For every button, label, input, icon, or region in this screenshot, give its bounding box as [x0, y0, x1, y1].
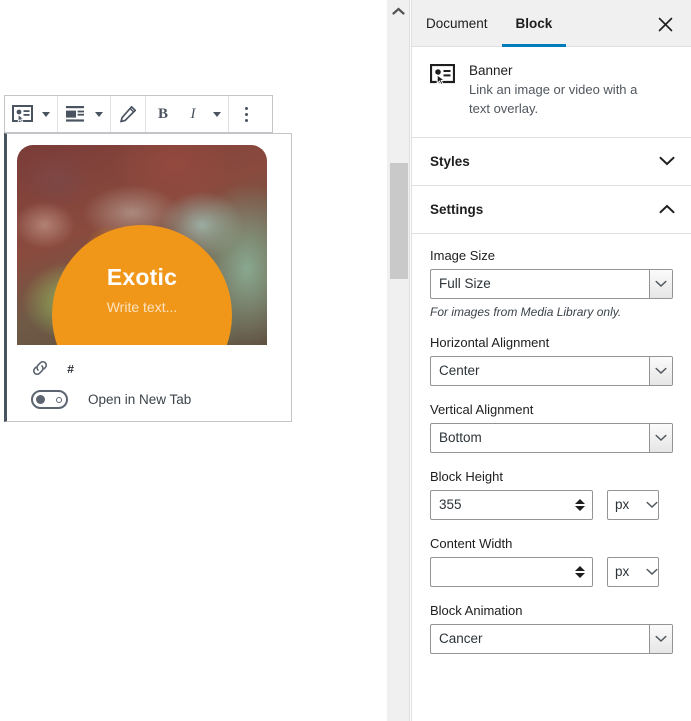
- banner-preview[interactable]: Exotic Write text...: [17, 145, 267, 345]
- toolbar-group-alignment: [58, 96, 111, 132]
- tab-block[interactable]: Block: [501, 0, 567, 47]
- horizontal-alignment-select[interactable]: Center: [430, 355, 673, 386]
- pencil-icon[interactable]: [113, 96, 143, 132]
- toolbar-group-block-type: [5, 96, 58, 132]
- banner-block-icon: [429, 63, 456, 119]
- new-tab-toggle-row: Open in New Tab: [17, 390, 281, 409]
- link-row: #: [17, 359, 281, 380]
- toggle-off-marker: [56, 397, 62, 403]
- block-animation-label: Block Animation: [430, 602, 523, 618]
- panel-settings-title: Settings: [430, 201, 484, 217]
- field-block-animation: Block Animation Cancer: [430, 603, 673, 654]
- panel-styles-header[interactable]: Styles: [412, 138, 691, 186]
- image-size-select[interactable]: Full Size: [430, 268, 673, 299]
- banner-overlay-circle: Exotic Write text...: [52, 225, 232, 345]
- block-height-stepper[interactable]: [571, 498, 588, 511]
- block-animation-value: Cancer: [439, 631, 483, 647]
- content-width-label: Content Width: [430, 535, 513, 551]
- field-horizontal-alignment: Horizontal Alignment Center: [430, 335, 673, 386]
- settings-panel-body: Image Size Full Size For images from Med…: [412, 234, 691, 654]
- block-height-row: 355 px: [430, 489, 673, 520]
- block-info-card: Banner Link an image or video with a tex…: [412, 47, 691, 138]
- selected-block[interactable]: B I Exotic Write text... # Open in New T…: [4, 95, 292, 422]
- block-height-label: Block Height: [430, 468, 503, 484]
- panel-styles-title: Styles: [430, 153, 470, 169]
- horizontal-alignment-label: Horizontal Alignment: [430, 334, 550, 350]
- vertical-dots-glyph: [244, 106, 248, 122]
- block-description: Link an image or video with a text overl…: [469, 82, 638, 116]
- block-height-input[interactable]: 355: [430, 489, 593, 520]
- open-in-new-tab-toggle[interactable]: [31, 390, 68, 409]
- link-icon[interactable]: [31, 359, 49, 380]
- block-height-value: 355: [439, 497, 462, 513]
- stepper-down-icon[interactable]: [574, 572, 585, 578]
- chevron-down-icon: [95, 111, 103, 117]
- block-toolbar: B I: [4, 95, 273, 133]
- vertical-alignment-select[interactable]: Bottom: [430, 422, 673, 453]
- inspector-sidebar: Document Block Banner Link an image or v…: [411, 0, 691, 721]
- banner-subtitle-placeholder[interactable]: Write text...: [107, 299, 178, 315]
- block-height-unit-chevron-down-icon: [646, 497, 658, 512]
- block-content: Exotic Write text... # Open in New Tab: [4, 133, 292, 422]
- block-height-unit-value: px: [615, 497, 630, 513]
- vertical-dots-icon[interactable]: [231, 96, 261, 132]
- content-width-input[interactable]: [430, 556, 593, 587]
- content-width-row: px: [430, 556, 673, 587]
- toolbar-group-formatting: B I: [146, 96, 229, 132]
- block-name: Banner: [469, 63, 513, 78]
- field-block-height: Block Height 355 px: [430, 469, 673, 520]
- toolbar-group-edit: [111, 96, 146, 132]
- stepper-up-icon[interactable]: [574, 565, 585, 571]
- image-size-help: For images from Media Library only.: [430, 304, 622, 319]
- scrollbar-up-arrow[interactable]: [387, 0, 409, 22]
- chevron-up-icon: [391, 7, 405, 15]
- vertical-alignment-value: Bottom: [439, 430, 482, 446]
- content-width-unit-select[interactable]: px: [607, 556, 659, 587]
- chevron-up-icon: [659, 204, 675, 214]
- horizontal-alignment-chevron-down-icon: [649, 356, 672, 385]
- image-size-value: Full Size: [439, 276, 491, 292]
- field-vertical-alignment: Vertical Alignment Bottom: [430, 402, 673, 453]
- panel-settings-header[interactable]: Settings: [412, 186, 691, 234]
- chevron-down-icon: [659, 156, 675, 166]
- open-in-new-tab-label: Open in New Tab: [88, 392, 192, 407]
- banner-title[interactable]: Exotic: [107, 264, 177, 290]
- scrollbar-thumb[interactable]: [390, 163, 408, 279]
- banner-block-icon[interactable]: [7, 96, 37, 132]
- align-left-icon[interactable]: [60, 96, 90, 132]
- horizontal-alignment-value: Center: [439, 363, 480, 379]
- field-content-width: Content Width px: [430, 536, 673, 587]
- editor-canvas: B I Exotic Write text... # Open in New T…: [0, 0, 387, 721]
- inspector-tabs: Document Block: [412, 0, 691, 47]
- chevron-down-icon: [42, 111, 50, 117]
- toolbar-group-more: [229, 96, 263, 132]
- close-icon[interactable]: [653, 12, 677, 36]
- field-image-size: Image Size Full Size For images from Med…: [430, 248, 673, 319]
- block-type-chevron-down-icon[interactable]: [37, 96, 55, 132]
- vertical-alignment-chevron-down-icon: [649, 423, 672, 452]
- alignment-chevron-down-icon[interactable]: [90, 96, 108, 132]
- link-url-value[interactable]: #: [67, 363, 74, 377]
- image-size-chevron-down-icon: [649, 269, 672, 298]
- content-width-unit-chevron-down-icon: [646, 564, 658, 579]
- chevron-down-icon: [213, 111, 221, 117]
- block-animation-select[interactable]: Cancer: [430, 623, 673, 654]
- bold-button[interactable]: B: [148, 96, 178, 132]
- content-width-unit-value: px: [615, 564, 630, 580]
- italic-button[interactable]: I: [178, 96, 208, 132]
- stepper-down-icon[interactable]: [574, 505, 585, 511]
- more-formats-chevron-down-icon[interactable]: [208, 96, 226, 132]
- block-height-unit-select[interactable]: px: [607, 489, 659, 520]
- vertical-scrollbar[interactable]: [387, 0, 410, 721]
- vertical-alignment-label: Vertical Alignment: [430, 401, 534, 417]
- content-width-stepper[interactable]: [571, 565, 588, 578]
- toggle-knob: [36, 395, 45, 404]
- image-size-label: Image Size: [430, 247, 496, 263]
- block-animation-chevron-down-icon: [649, 624, 672, 653]
- tab-document[interactable]: Document: [412, 0, 502, 47]
- stepper-up-icon[interactable]: [574, 498, 585, 504]
- block-info-text: Banner Link an image or video with a tex…: [469, 63, 647, 119]
